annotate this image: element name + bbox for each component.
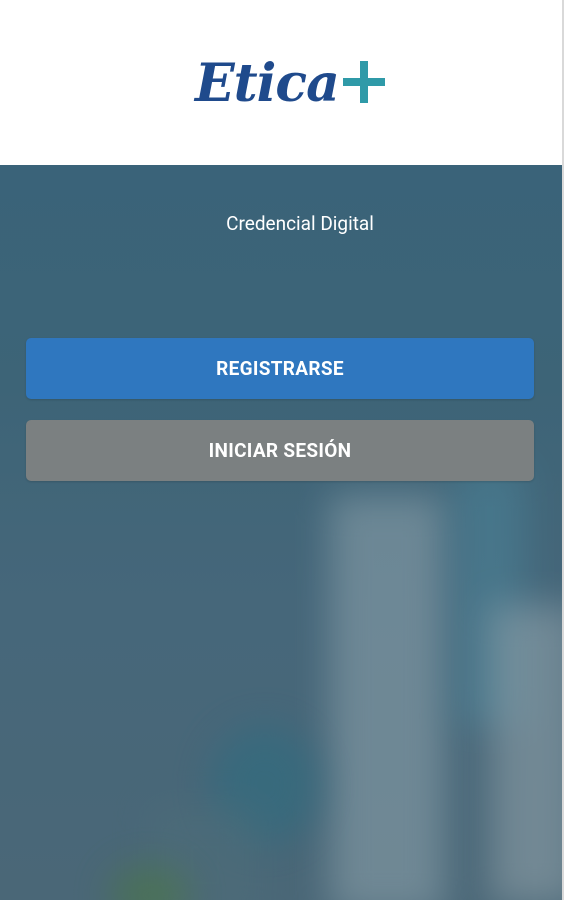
plus-icon (342, 61, 385, 103)
brand-logo: Etica (195, 58, 385, 120)
background-building (330, 495, 445, 900)
login-button[interactable]: INICIAR SESIÓN (26, 420, 534, 481)
background-building (490, 605, 562, 900)
page-subtitle: Credencial Digital (226, 212, 374, 235)
logo-wordmark: Etica (195, 53, 340, 114)
hero-background (0, 165, 562, 900)
app-header: Etica (0, 0, 562, 165)
register-button[interactable]: REGISTRARSE (26, 338, 534, 399)
